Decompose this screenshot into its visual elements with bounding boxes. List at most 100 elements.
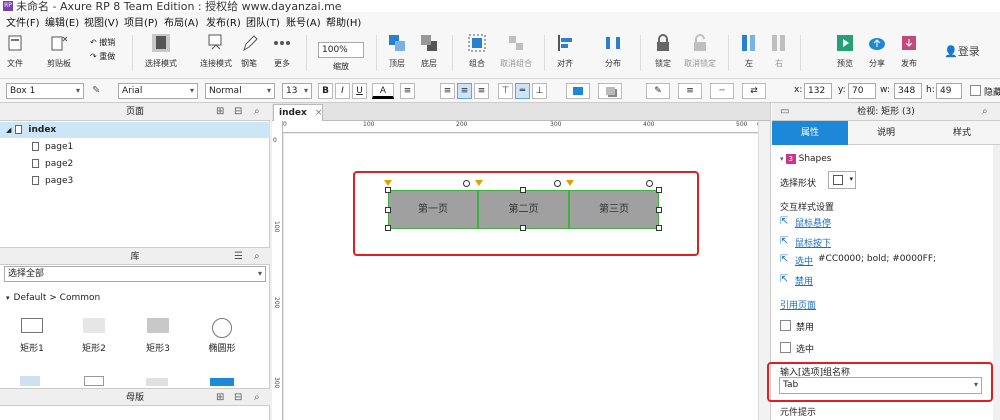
left-button[interactable]: 左 [738,33,760,73]
page-item-page1[interactable]: page1 [32,142,73,152]
underline-button[interactable]: U [352,83,367,99]
menu-file[interactable]: 文件(F) [6,14,40,29]
ungroup-button[interactable]: 取消组合 [496,33,536,73]
more-button[interactable]: 更多 [268,33,296,73]
library-menu-icon[interactable]: ☰ [234,250,243,264]
font-color-button[interactable]: A [372,83,394,99]
library-item-rect3[interactable]: 矩形3 [140,318,176,354]
italic-button[interactable]: I [335,83,350,99]
page-root[interactable]: ◢ index [6,125,56,135]
selected-style-link[interactable]: 选中 [795,254,813,267]
valign-middle-button[interactable]: ═ [515,83,530,99]
menu-publish[interactable]: 发布(R) [206,14,241,29]
button-widget-icon[interactable] [210,378,234,386]
tab-notes[interactable]: 说明 [848,121,924,145]
undo-button[interactable]: ↶ 撤销 [90,37,115,48]
format-painter-icon[interactable]: ✎ [92,85,100,96]
align-button[interactable]: 对齐 [552,33,578,73]
lock-button[interactable]: 锁定 [652,33,674,73]
hover-style-link[interactable]: 鼠标悬停 [795,216,831,229]
image-widget-icon[interactable] [20,376,40,386]
shapes-section[interactable]: ▾ 3 Shapes [780,154,832,164]
font-weight-select[interactable]: Normal [205,83,275,99]
h-input[interactable]: 49 [936,83,962,99]
line-color-button[interactable]: ✎ [646,83,670,99]
menu-help[interactable]: 帮助(H) [326,14,361,29]
preview-button[interactable]: 预览 [834,33,856,73]
valign-bottom-button[interactable]: ⊥ [532,83,547,99]
w-input[interactable]: 348 [894,83,922,99]
library-category[interactable]: ▾ Default > Common [6,293,100,303]
add-folder-icon[interactable]: ⊟ [234,105,242,119]
mousedown-style-link[interactable]: 鼠标按下 [795,236,831,249]
font-size-select[interactable]: 13 [282,83,312,99]
disabled-checkbox[interactable] [780,320,791,331]
pen-button[interactable]: 钢笔 [238,33,260,73]
style-select[interactable]: Box 1 [6,83,84,99]
font-select[interactable]: Arial [118,83,198,99]
reference-page-link[interactable]: 引用页面 [780,298,816,311]
library-item-rect1[interactable]: 矩形1 [14,318,50,354]
x-input[interactable]: 132 [804,83,832,99]
menu-account[interactable]: 账号(A) [286,14,321,29]
zoom-select[interactable]: 100% [318,42,364,58]
file-button[interactable]: 文件 [4,33,26,73]
tab-index[interactable]: index × [273,104,323,121]
tab-style[interactable]: 样式 [924,121,1000,145]
disabled-style-link[interactable]: 禁用 [795,274,813,287]
arrow-style-button[interactable]: ⇄ [742,83,766,99]
publish-button[interactable]: 发布 [896,33,922,73]
align-right-text-button[interactable]: ≡ [474,83,489,99]
bullet-list-button[interactable]: ≡ [400,83,415,99]
valign-top-button[interactable]: ⊤ [498,83,513,99]
menu-layout[interactable]: 布局(A) [164,14,199,29]
selected-checkbox[interactable] [780,342,791,353]
line-weight-button[interactable]: ≡ [678,83,702,99]
align-left-text-button[interactable]: ≡ [440,83,455,99]
connect-mode-button[interactable]: 连接模式 [196,33,236,73]
page-item-page3[interactable]: page3 [32,176,73,186]
hide-checkbox[interactable] [970,85,981,96]
tab-properties[interactable]: 属性 [772,121,848,145]
inspector-search-icon[interactable]: ⌕ [982,105,988,119]
bring-to-front-button[interactable]: 顶层 [386,33,408,73]
select-mode-button[interactable]: 选择模式 [136,33,186,73]
shadow-button[interactable] [598,83,622,99]
add-page-icon[interactable]: ⊞ [216,105,224,119]
library-item-ellipse[interactable]: 椭圆形 [204,318,240,354]
text-widget-icon[interactable] [146,378,168,386]
align-center-text-button[interactable]: ≡ [457,83,472,99]
send-to-back-button[interactable]: 底层 [418,33,440,73]
library-search-icon[interactable]: ⌕ [254,250,260,264]
mail-widget-icon[interactable] [84,376,104,386]
inspector-scrollbar[interactable] [993,145,1000,420]
group-button[interactable]: 组合 [466,33,488,73]
fill-color-button[interactable] [566,83,590,99]
library-item-rect2[interactable]: 矩形2 [76,318,112,354]
menu-team[interactable]: 团队(T) [246,14,280,29]
align-left-icon: ≡ [443,86,452,96]
clipboard-group[interactable]: 剪贴板 [44,33,74,73]
search-icon[interactable]: ⌕ [254,105,260,119]
lock-icon [657,34,669,51]
share-button[interactable]: 分享 [866,33,888,73]
page-item-page2[interactable]: page2 [32,159,73,169]
new-page-icon[interactable]: ▭ [780,105,789,119]
add-master-icon[interactable]: ⊞ [216,391,224,405]
menu-project[interactable]: 项目(P) [124,14,158,29]
menu-edit[interactable]: 编辑(E) [45,14,79,29]
right-button[interactable]: 右 [768,33,790,73]
add-master-folder-icon[interactable]: ⊟ [234,391,242,405]
shape-picker-button[interactable]: ▾ [828,171,856,189]
menu-view[interactable]: 视图(V) [84,14,119,29]
y-input[interactable]: 70 [848,83,876,99]
library-select[interactable]: 选择全部 [4,266,266,282]
distribute-button[interactable]: 分布 [600,33,626,73]
redo-button[interactable]: ↷ 重做 [90,51,115,62]
line-style-button[interactable]: ┄ [710,83,734,99]
unlock-button[interactable]: 取消锁定 [680,33,720,73]
bold-button[interactable]: B [318,83,333,99]
close-tab-icon[interactable]: × [315,108,323,118]
masters-search-icon[interactable]: ⌕ [254,391,260,405]
login-button[interactable]: 👤登录 [944,43,980,59]
